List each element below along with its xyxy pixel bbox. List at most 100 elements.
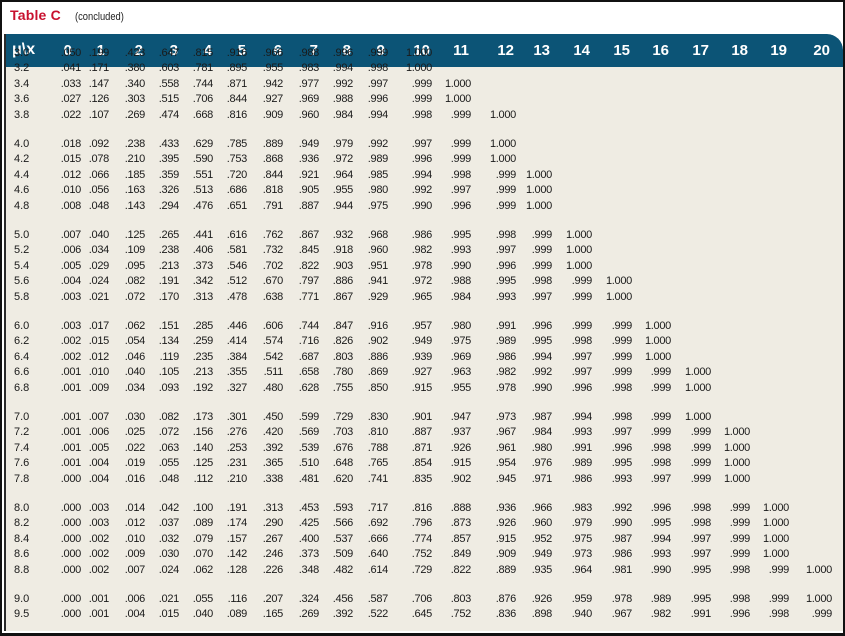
probability-cell: .940 — [571, 608, 593, 621]
probability-cell: .886 — [367, 350, 389, 363]
probability-cell: 1.000 — [605, 290, 632, 303]
probability-cell: .620 — [332, 472, 354, 485]
probability-cell: .010 — [88, 366, 110, 379]
probability-cell: .482 — [332, 563, 354, 576]
probability-cell: 1.000 — [723, 426, 750, 439]
probability-cell: .999 — [650, 381, 672, 394]
probability-cell: .932 — [332, 229, 354, 241]
probability-cell: 1.000 — [762, 502, 789, 514]
probability-cell: .873 — [450, 517, 472, 530]
probability-cell: .849 — [450, 548, 472, 561]
probability-cell: .542 — [262, 350, 284, 363]
probability-cell: .998 — [531, 275, 553, 288]
probability-cell: .997 — [450, 184, 472, 197]
probability-cell: .002 — [88, 548, 110, 561]
probability-cell: .898 — [531, 608, 553, 621]
probability-cell: .007 — [88, 411, 110, 423]
probability-cell: .895 — [226, 62, 248, 75]
probability-cell: .157 — [226, 532, 248, 545]
probability-cell: .785 — [226, 138, 248, 150]
probability-cell: .999 — [367, 47, 389, 59]
probability-cell: 1.000 — [762, 532, 789, 545]
probability-cell: .246 — [262, 548, 284, 561]
probability-cell: .960 — [367, 244, 389, 257]
probability-cell: .803 — [450, 593, 472, 605]
probability-cell: .997 — [495, 244, 517, 257]
probability-cell: .822 — [450, 563, 472, 576]
probability-cell: .975 — [450, 335, 472, 348]
probability-cell: .753 — [226, 153, 248, 166]
probability-cell: .844 — [226, 93, 248, 106]
probability-cell: .983 — [571, 502, 593, 514]
probability-cell: .231 — [226, 457, 248, 470]
mu-value: 3.8 — [14, 108, 30, 121]
probability-cell: .984 — [531, 426, 553, 439]
probability-cell: 1.000 — [762, 548, 789, 561]
probability-cell: .976 — [531, 457, 553, 470]
probability-cell: .996 — [571, 381, 593, 394]
probability-cell: .998 — [450, 168, 472, 181]
probability-cell: .999 — [729, 532, 751, 545]
probability-cell: 1.000 — [489, 108, 516, 121]
probability-cell: .996 — [332, 47, 354, 59]
probability-cell: .887 — [411, 426, 433, 439]
probability-cell: .040 — [88, 229, 110, 241]
table-row: 5.2.006.034.109.238.406.581.732.845.918.… — [6, 244, 843, 259]
probability-cell: .992 — [367, 138, 389, 150]
mu-value: 4.6 — [14, 184, 30, 197]
probability-cell: .999 — [450, 108, 472, 121]
probability-cell: .702 — [262, 259, 284, 272]
probability-cell: .903 — [332, 259, 354, 272]
probability-cell: .979 — [332, 138, 354, 150]
probability-cell: .926 — [495, 517, 517, 530]
probability-cell: .986 — [411, 229, 433, 241]
probability-cell: .512 — [226, 275, 248, 288]
probability-cell: 1.000 — [762, 517, 789, 530]
probability-cell: .165 — [262, 608, 284, 621]
table-row: 7.4.001.005.022.063.140.253.392.539.676.… — [6, 442, 843, 457]
probability-cell: .581 — [226, 244, 248, 257]
probability-cell: .015 — [88, 335, 110, 348]
probability-cell: .365 — [262, 457, 284, 470]
mu-value: 5.8 — [14, 290, 30, 303]
probability-cell: .729 — [411, 563, 433, 576]
probability-cell: .997 — [571, 350, 593, 363]
mu-value: 7.8 — [14, 472, 30, 485]
probability-cell: .999 — [611, 366, 633, 379]
probability-cell: .998 — [495, 229, 517, 241]
probability-cell: .997 — [690, 548, 712, 561]
probability-cell: .936 — [495, 502, 517, 514]
probability-cell: .999 — [650, 426, 672, 439]
probability-cell: .967 — [611, 608, 633, 621]
probability-cell: .614 — [367, 563, 389, 576]
probability-cell: .450 — [262, 411, 284, 423]
table-row: 8.4.000.002.010.032.079.157.267.400.537.… — [6, 533, 843, 548]
probability-cell: .989 — [571, 457, 593, 470]
table-row: 6.2.002.015.054.134.259.414.574.716.826.… — [6, 335, 843, 350]
probability-cell: .999 — [411, 77, 433, 90]
probability-cell: .003 — [88, 502, 110, 514]
probability-cell: .509 — [332, 548, 354, 561]
probability-cell: .889 — [262, 138, 284, 150]
probability-cell: .982 — [650, 608, 672, 621]
probability-cell: .999 — [729, 517, 751, 530]
table-row: 3.4.033.147.340.558.744.871.942.977.992.… — [6, 78, 843, 93]
probability-cell: .816 — [226, 108, 248, 121]
probability-cell: .002 — [88, 563, 110, 576]
probability-cell: .986 — [571, 472, 593, 485]
probability-cell: .290 — [262, 517, 284, 530]
probability-cell: .973 — [495, 411, 517, 423]
probability-cell: .847 — [332, 320, 354, 332]
probability-cell: .998 — [411, 108, 433, 121]
probability-cell: .997 — [531, 290, 553, 303]
table-row: 8.6.000.002.009.030.070.142.246.373.509.… — [6, 548, 843, 563]
probability-cell: .982 — [495, 366, 517, 379]
probability-cell: .992 — [411, 184, 433, 197]
probability-cell: .676 — [332, 441, 354, 454]
probability-cell: .006 — [88, 426, 110, 439]
probability-cell: .001 — [88, 593, 110, 605]
probability-cell: .998 — [650, 457, 672, 470]
probability-cell: .574 — [262, 335, 284, 348]
mu-value: 5.4 — [14, 259, 30, 272]
probability-cell: .836 — [495, 608, 517, 621]
